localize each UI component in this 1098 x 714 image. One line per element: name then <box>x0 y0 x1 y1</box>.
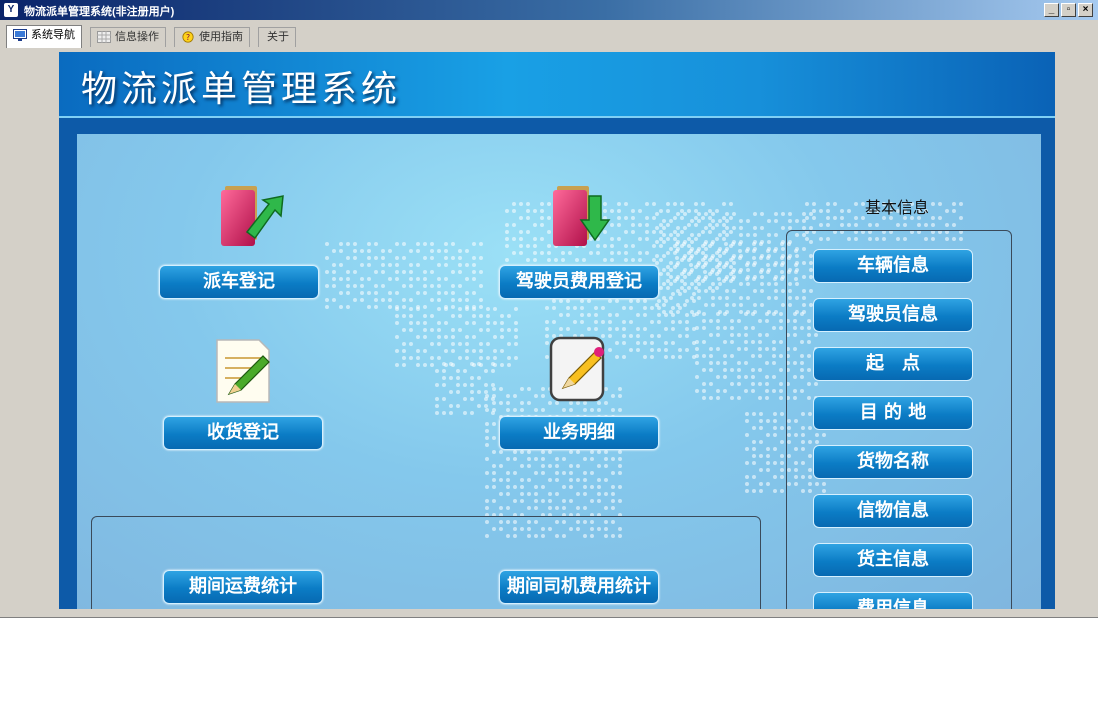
folder-download-icon <box>553 186 611 246</box>
origin-button[interactable]: 起 点 <box>813 347 973 381</box>
close-button[interactable]: × <box>1078 3 1093 17</box>
navigation-panel: 派车登记 驾驶员费用登记 收货登记 业务明细 期间运费统计 期间司机费用统计 基… <box>77 134 1041 609</box>
tab-label: 关于 <box>267 31 289 43</box>
basic-info-title: 基本信息 <box>864 198 929 217</box>
monitor-icon <box>13 29 27 41</box>
grid-icon <box>97 31 111 43</box>
header-divider <box>59 116 1055 118</box>
business-detail-button[interactable]: 业务明细 <box>499 416 659 450</box>
notepad-pencil-icon <box>216 339 270 403</box>
title-bar[interactable]: Y 物流派单管理系统(非注册用户) _ ▫ × <box>0 0 1098 20</box>
token-info-button[interactable]: 信物信息 <box>813 494 973 528</box>
app-logo-icon: Y <box>4 3 18 17</box>
tab-strip: 系统导航 信息操作 ? 使用指南 关于 <box>0 22 1098 48</box>
navigation-page: 物流派单管理系统 派车登记 驾驶员费用登记 收货登记 业务明细 期间运费统计 期… <box>59 52 1055 609</box>
help-icon: ? <box>182 31 194 43</box>
page-header: 物流派单管理系统 <box>59 52 1055 116</box>
tab-label: 信息操作 <box>115 31 159 43</box>
vehicle-info-button[interactable]: 车辆信息 <box>813 249 973 283</box>
svg-text:?: ? <box>186 33 190 42</box>
folder-arrow-icon <box>221 186 284 246</box>
period-driver-expense-stats-button[interactable]: 期间司机费用统计 <box>499 570 659 604</box>
window-title: 物流派单管理系统(非注册用户) <box>24 6 175 18</box>
shipper-info-button[interactable]: 货主信息 <box>813 543 973 577</box>
driver-info-button[interactable]: 驾驶员信息 <box>813 298 973 332</box>
page-title: 物流派单管理系统 <box>81 69 402 110</box>
expense-info-button[interactable]: 费用信息 <box>813 592 973 609</box>
driver-expense-register-button[interactable]: 驾驶员费用登记 <box>499 265 659 299</box>
minimize-button[interactable]: _ <box>1044 3 1059 17</box>
main-window: Y 物流派单管理系统(非注册用户) _ ▫ × 系统导航 信息操作 ? 使用指南… <box>0 0 1098 618</box>
tab-user-guide[interactable]: ? 使用指南 <box>174 27 250 47</box>
document-edit-icon <box>549 336 605 402</box>
tab-label: 系统导航 <box>31 29 75 41</box>
period-freight-stats-button[interactable]: 期间运费统计 <box>163 570 323 604</box>
scrollbar-gutter <box>1055 52 1093 609</box>
dispatch-register-button[interactable]: 派车登记 <box>159 265 319 299</box>
destination-button[interactable]: 目 的 地 <box>813 396 973 430</box>
tab-label: 使用指南 <box>199 31 243 43</box>
goods-name-button[interactable]: 货物名称 <box>813 445 973 479</box>
tab-about[interactable]: 关于 <box>258 27 296 47</box>
tab-system-nav[interactable]: 系统导航 <box>6 25 82 48</box>
receiving-register-button[interactable]: 收货登记 <box>163 416 323 450</box>
tab-info-ops[interactable]: 信息操作 <box>90 27 166 47</box>
restore-button[interactable]: ▫ <box>1061 3 1076 17</box>
